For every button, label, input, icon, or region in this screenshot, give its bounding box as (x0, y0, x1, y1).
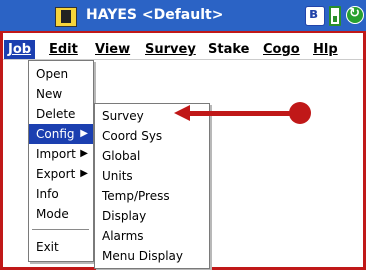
config-item-label: Coord Sys (102, 129, 163, 143)
config-item-label: Temp/Press (102, 189, 170, 203)
menu-view[interactable]: View (91, 40, 134, 59)
window-title: HAYES <Default> (86, 7, 224, 23)
annotation-arrow-head-icon (174, 105, 190, 121)
config-item-label: Global (102, 149, 141, 163)
job-item-label: Delete (36, 107, 76, 121)
config-item-label: Units (102, 169, 133, 183)
title-bar: HAYES <Default> (0, 0, 366, 33)
job-item-label: Import (36, 147, 76, 161)
config-item-display[interactable]: Display (95, 206, 209, 226)
job-item-label: Open (36, 67, 69, 81)
job-item-new[interactable]: New (29, 84, 93, 104)
menu-bar: Job Edit View Survey Stake Cogo Hlp (3, 38, 363, 60)
menu-view-label: View (95, 42, 131, 57)
sync-icon[interactable] (346, 6, 364, 24)
menu-edit-label: Edit (49, 42, 78, 57)
config-item-label: Display (102, 209, 147, 223)
job-item-label: Export (36, 167, 76, 181)
config-item-label: Menu Display (102, 249, 183, 263)
submenu-arrow-icon: ▶ (80, 128, 88, 139)
config-item-coord-sys[interactable]: Coord Sys (95, 126, 209, 146)
job-item-label: Info (36, 187, 59, 201)
job-item-label: Config (36, 127, 75, 141)
config-item-temp-press[interactable]: Temp/Press (95, 186, 209, 206)
job-item-mode[interactable]: Mode (29, 204, 93, 224)
menu-stake[interactable]: Stake (204, 40, 253, 59)
job-item-export[interactable]: Export ▶ (29, 164, 93, 184)
job-item-label: Exit (36, 240, 59, 254)
config-item-units[interactable]: Units (95, 166, 209, 186)
submenu-arrow-icon: ▶ (80, 168, 88, 179)
menu-survey-label: Survey (145, 42, 196, 57)
job-item-config[interactable]: Config ▶ (29, 124, 93, 144)
submenu-arrow-icon: ▶ (80, 148, 88, 159)
config-item-alarms[interactable]: Alarms (95, 226, 209, 246)
menu-cogo[interactable]: Cogo (259, 40, 304, 59)
menu-survey[interactable]: Survey (141, 40, 200, 59)
config-item-label: Alarms (102, 229, 144, 243)
config-item-survey[interactable]: Survey (95, 106, 209, 126)
config-item-label: Survey (102, 109, 144, 123)
bluetooth-icon[interactable] (305, 6, 325, 26)
menu-help-label: Hlp (313, 42, 338, 57)
job-item-label: Mode (36, 207, 69, 221)
job-item-open[interactable]: Open (29, 64, 93, 84)
menu-separator (32, 229, 89, 230)
survey-app-icon (55, 7, 77, 27)
menu-job-label: Job (8, 42, 32, 57)
menu-cogo-label: Cogo (263, 42, 300, 57)
job-item-import[interactable]: Import ▶ (29, 144, 93, 164)
job-item-exit[interactable]: Exit (29, 237, 93, 257)
config-item-global[interactable]: Global (95, 146, 209, 166)
job-item-delete[interactable]: Delete (29, 104, 93, 124)
annotation-arrow-tail-dot (289, 102, 311, 124)
menu-stake-label: Stake (208, 42, 250, 57)
job-item-info[interactable]: Info (29, 184, 93, 204)
menu-edit[interactable]: Edit (45, 40, 82, 59)
config-submenu: Survey Coord Sys Global Units Temp/Press… (94, 103, 210, 269)
battery-icon[interactable] (329, 6, 341, 26)
menu-help[interactable]: Hlp (309, 40, 342, 59)
annotation-arrow-shaft (188, 111, 296, 116)
job-item-label: New (36, 87, 63, 101)
config-item-menu-display[interactable]: Menu Display (95, 246, 209, 266)
job-dropdown-menu: Open New Delete Config ▶ Import ▶ Export ▶ … (28, 60, 94, 262)
menu-job[interactable]: Job (4, 40, 36, 59)
